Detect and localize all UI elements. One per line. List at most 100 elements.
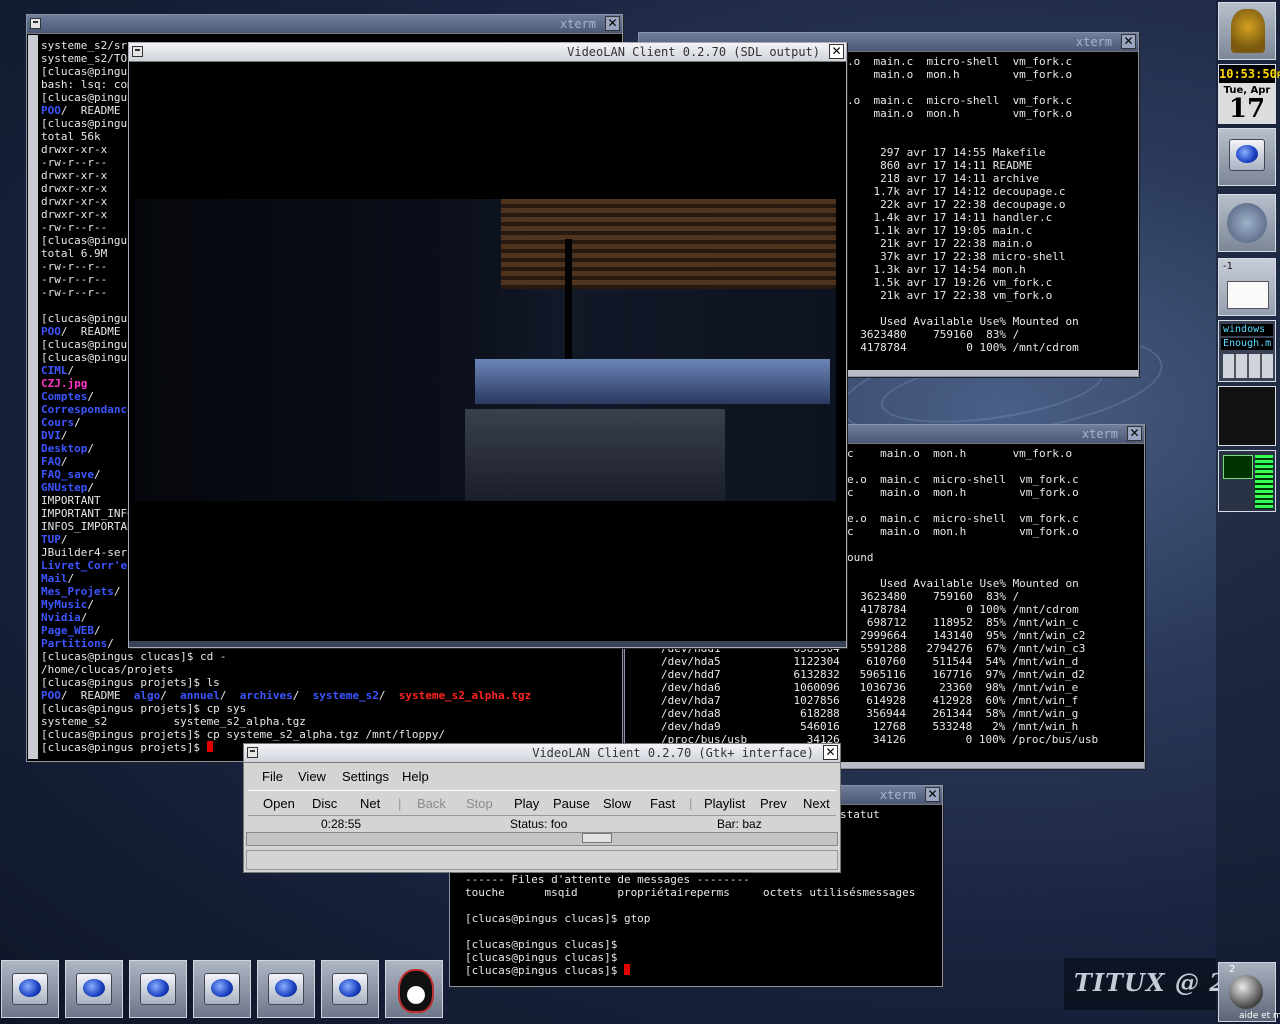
disk-usage-row: /dev/hda5 1122304 610760 511544 54% /mnt… (661, 655, 1079, 668)
dock-tile-mail[interactable]: -1 (1218, 258, 1276, 316)
terminal-line: [clucas@pingus clucas]$ cd - (41, 650, 618, 663)
terminal-text: IMPORTANT (41, 494, 101, 507)
status-field (246, 850, 838, 870)
taskbar-button[interactable] (65, 960, 123, 1018)
playlist-button[interactable]: Playlist (704, 796, 745, 811)
dock-tile-terminal[interactable] (1218, 386, 1276, 446)
next-button[interactable]: Next (803, 796, 830, 811)
terminal-text: Desktop (41, 442, 88, 455)
dock-tile-clock[interactable]: 10:53:50P Tue, Apr 17 (1218, 64, 1280, 124)
net-button[interactable]: Net (360, 796, 380, 811)
terminal-text: 4178784 0 100% /mnt/cdrom (847, 341, 1079, 354)
terminal-line: [clucas@pingus projets]$ cp sys (41, 702, 618, 715)
menu-help[interactable]: Help (402, 769, 429, 784)
slow-button[interactable]: Slow (603, 796, 631, 811)
wm-control-buttons[interactable] (1223, 354, 1273, 378)
terminal-text: / (60, 533, 68, 546)
seek-slider-track[interactable] (246, 832, 838, 846)
title-bar[interactable]: xterm ✕ (27, 15, 622, 34)
dock-tile-display[interactable] (1218, 128, 1276, 186)
disk-usage-row: /dev/hda6 1060096 1036736 23360 98% /mnt… (661, 681, 1079, 694)
menu-view[interactable]: View (298, 769, 326, 784)
pause-button[interactable]: Pause (553, 796, 590, 811)
terminal-text: systeme_s2 (312, 689, 379, 702)
prev-button[interactable]: Prev (760, 796, 787, 811)
dock-tile-gnustep[interactable] (1218, 2, 1276, 60)
terminal-text: archives (239, 689, 293, 702)
menu-file[interactable]: File (262, 769, 283, 784)
stop-button[interactable]: Stop (466, 796, 493, 811)
terminal-line: 698712 118952 85% /mnt/win_c (847, 616, 1140, 629)
back-button[interactable]: Back (417, 796, 446, 811)
dock-tile-monitor[interactable] (1218, 450, 1276, 512)
close-button[interactable]: ✕ (823, 745, 838, 760)
vlc-gtk-interface-window[interactable]: VideoLAN Client 0.2.70 (Gtk+ interface) … (243, 743, 841, 873)
terminal-line: systeme_s2 systeme_s2_alpha.tgz (41, 715, 618, 728)
disc-button[interactable]: Disc (312, 796, 337, 811)
open-button[interactable]: Open (263, 796, 295, 811)
taskbar-button[interactable] (321, 960, 379, 1018)
terminal-line: [clucas@pingus projets]$ cp systeme_s2_a… (41, 728, 618, 741)
vlc-sdl-output-window[interactable]: VideoLAN Client 0.2.70 (SDL output) ✕ (128, 42, 847, 648)
dock-tile-wmaker[interactable]: windows Enough.m (1218, 320, 1276, 382)
terminal-text: [clucas@pingus (41, 351, 134, 364)
terminal-text: main.o mon.h vm_fork.o (847, 68, 1073, 81)
terminal-output[interactable]: .o main.c micro-shell vm_fork.c main.o m… (847, 55, 1134, 372)
taskbar-button-linux[interactable] (385, 960, 443, 1018)
window-menu-button[interactable] (247, 747, 258, 758)
taskbar-button[interactable] (257, 960, 315, 1018)
close-button[interactable]: ✕ (1121, 34, 1136, 49)
terminal-text: drwxr-xr-x (41, 208, 108, 221)
terminal-line: [clucas@pingus clucas]$ (465, 938, 938, 951)
terminal-text: 4178784 0 100% /mnt/cdrom (847, 603, 1079, 616)
terminal-text: POO (41, 104, 61, 117)
close-button[interactable]: ✕ (1127, 426, 1142, 441)
title-bar[interactable]: VideoLAN Client 0.2.70 (SDL output) ✕ (129, 43, 846, 62)
terminal-text: DVI (41, 429, 61, 442)
taskbar-button[interactable] (129, 960, 187, 1018)
close-button[interactable]: ✕ (605, 16, 620, 31)
terminal-text: Used Available Use% Mounted on (847, 577, 1079, 590)
terminal-text: drwxr-xr-x (41, 182, 108, 195)
taskbar-button[interactable] (193, 960, 251, 1018)
window-title: xterm (1081, 427, 1118, 441)
terminal-text: systeme_s2_alpha.tgz (398, 689, 532, 702)
window-menu-button[interactable] (30, 18, 41, 29)
terminal-text: -rw-r--r-- (41, 273, 108, 286)
terminal-text: drwxr-xr-x (41, 169, 108, 182)
terminal-text: total 6.9M (41, 247, 108, 260)
corner-widget[interactable]: 2 aide et m (1218, 962, 1280, 1022)
video-area[interactable] (129, 62, 846, 639)
terminal-text: [clucas@pingus clucas]$ (465, 938, 618, 951)
monitor-icon (76, 973, 112, 1005)
terminal-output-lower[interactable]: ------ Files d'attente de messages -----… (465, 873, 938, 982)
terminal-text: FAQ (41, 455, 61, 468)
window-menu-button[interactable] (132, 46, 143, 57)
terminal-text: .o main.c micro-shell vm_fork.c (847, 94, 1073, 107)
dock-tile-paint[interactable] (1218, 194, 1276, 252)
terminal-text: / (87, 598, 94, 611)
horizontal-scrollbar[interactable] (129, 641, 846, 647)
taskbar-button[interactable] (1, 960, 59, 1018)
scrollbar[interactable] (28, 35, 38, 759)
terminal-text: / (60, 429, 68, 442)
close-button[interactable]: ✕ (829, 44, 844, 59)
window-title: VideoLAN Client 0.2.70 (Gtk+ interface) (532, 746, 814, 760)
terminal-text: FAQ_save (41, 468, 94, 481)
clock-time: 10:53:50 (1219, 67, 1277, 81)
terminal-text: 22k avr 17 22:38 decoupage.o (847, 198, 1066, 211)
terminal-text: [clucas@pingus (41, 338, 134, 351)
title-bar[interactable]: VideoLAN Client 0.2.70 (Gtk+ interface) … (244, 744, 840, 763)
terminal-text: systeme_s2 systeme_s2_alpha.tgz (41, 715, 306, 728)
terminal-text: GNUstep (41, 481, 88, 494)
terminal-text: [clucas@pingus clucas]$ cd - (41, 650, 227, 663)
menu-settings[interactable]: Settings (342, 769, 389, 784)
disk-usage-row: /dev/hda8 618288 356944 261344 58% /mnt/… (661, 707, 1079, 720)
play-button[interactable]: Play (514, 796, 539, 811)
terminal-text: -rw-r--r-- (41, 260, 108, 273)
terminal-text: / (60, 455, 68, 468)
seek-slider-thumb[interactable] (582, 833, 612, 843)
close-button[interactable]: ✕ (925, 787, 940, 802)
fast-button[interactable]: Fast (650, 796, 675, 811)
